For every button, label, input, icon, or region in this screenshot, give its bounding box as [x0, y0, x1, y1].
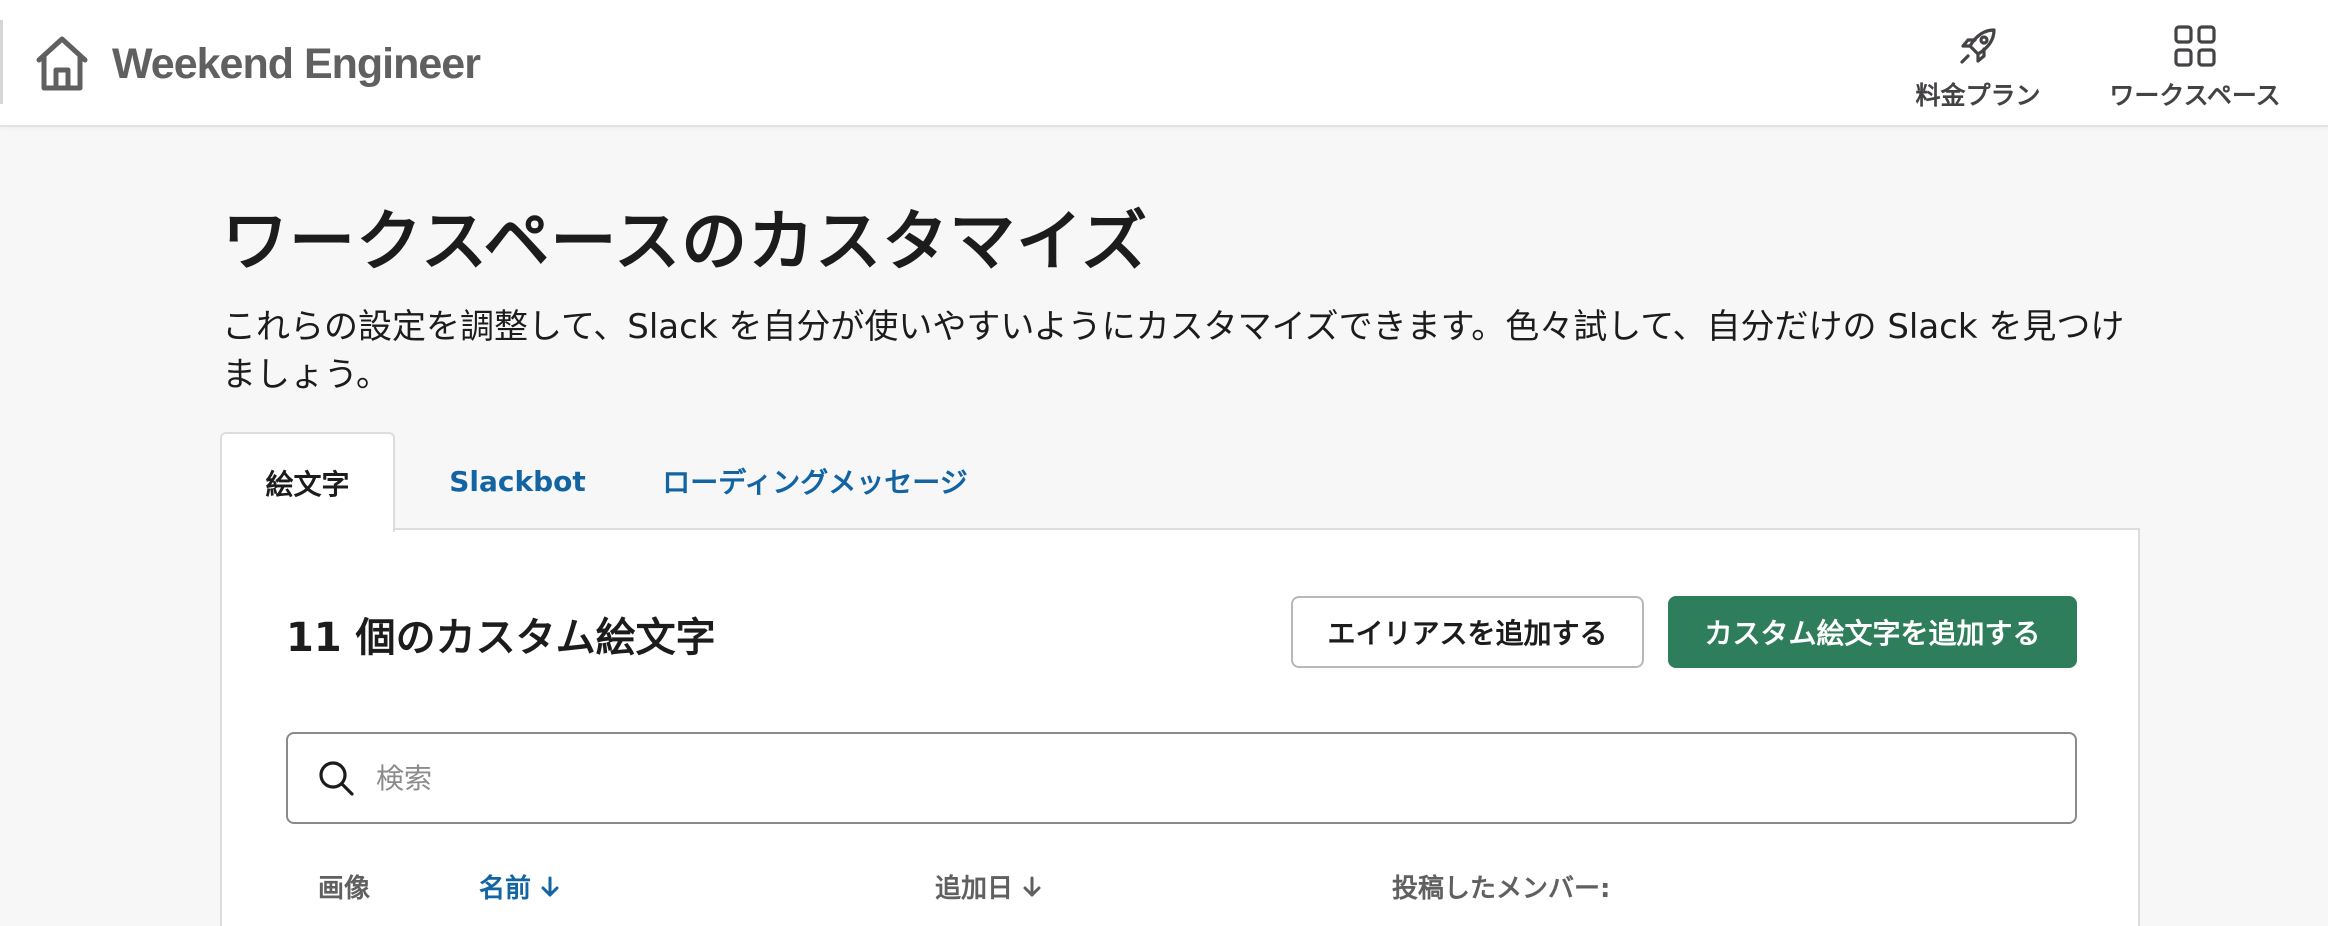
column-header-name-label: 名前 [479, 874, 532, 904]
pricing-nav-button[interactable]: 料金プラン [1908, 22, 2048, 118]
workspace-nav-label: ワークスペース [2109, 81, 2281, 110]
pricing-nav-label: 料金プラン [1915, 81, 2041, 110]
header-divider [0, 20, 3, 104]
tab-emoji[interactable]: 絵文字 [220, 432, 395, 532]
workspace-name: Weekend Engineer [112, 39, 481, 88]
add-custom-emoji-button[interactable]: カスタム絵文字を追加する [1668, 596, 2077, 668]
search-icon [319, 761, 354, 796]
column-header-name[interactable]: 名前 [479, 868, 561, 905]
workspace-nav-button[interactable]: ワークスペース [2100, 22, 2290, 118]
add-alias-button[interactable]: エイリアスを追加する [1291, 596, 1644, 668]
arrow-down-icon [541, 876, 559, 896]
brand-home-link[interactable]: Weekend Engineer [34, 28, 481, 100]
emoji-panel: 11 個のカスタム絵文字 エイリアスを追加する カスタム絵文字を追加する 画像 … [220, 528, 2140, 926]
top-header: Weekend Engineer 料金プラン ワークスペース [0, 0, 2328, 127]
column-header-image-label: 画像 [318, 874, 371, 904]
tab-slackbot[interactable]: Slackbot [440, 432, 595, 530]
column-header-image: 画像 [318, 868, 370, 905]
emoji-count-title: 11 個のカスタム絵文字 [286, 615, 716, 661]
column-header-member-label: 投稿したメンバー: [1392, 874, 1611, 904]
grid-icon [2174, 25, 2216, 67]
search-input[interactable] [376, 761, 2075, 795]
tab-loading-messages[interactable]: ローディングメッセージ [630, 432, 1000, 530]
page-title: ワークスペースのカスタマイズ [222, 203, 1149, 280]
column-header-added[interactable]: 追加日 [935, 868, 1043, 905]
page-description: これらの設定を調整して、Slack を自分が使いやすいようにカスタマイズできます… [222, 307, 2125, 395]
home-icon [36, 36, 88, 91]
rocket-icon [1960, 28, 1996, 64]
column-header-member: 投稿したメンバー: [1392, 868, 1610, 905]
column-header-added-label: 追加日 [935, 874, 1014, 904]
emoji-search-box[interactable] [286, 732, 2077, 824]
arrow-down-icon [1023, 876, 1041, 896]
